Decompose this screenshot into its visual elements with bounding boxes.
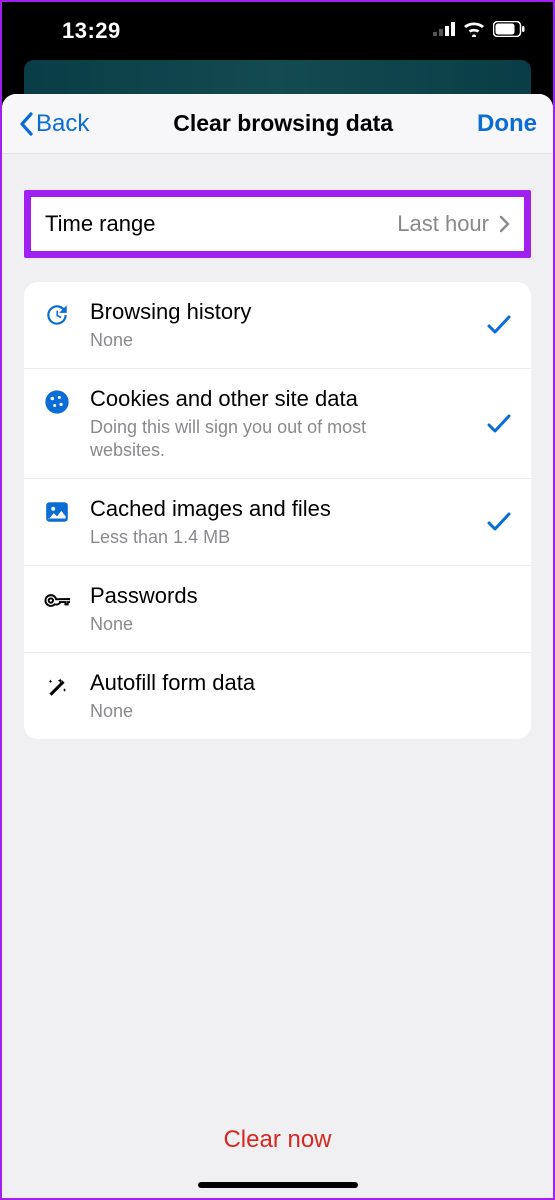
done-button[interactable]: Done [477, 110, 537, 138]
key-icon [42, 584, 72, 614]
row-subtitle: None [90, 329, 370, 352]
row-title: Browsing history [90, 298, 467, 327]
row-cookies[interactable]: Cookies and other site data Doing this w… [24, 369, 531, 479]
row-autofill[interactable]: Autofill form data None [24, 653, 531, 739]
time-range-value: Last hour [397, 211, 489, 237]
time-range-row[interactable]: Time range Last hour [24, 190, 531, 258]
row-subtitle: None [90, 700, 370, 723]
row-text: Browsing history None [90, 298, 467, 352]
history-icon [42, 300, 72, 330]
row-browsing-history[interactable]: Browsing history None [24, 282, 531, 369]
settings-sheet: Back Clear browsing data Done Time range… [2, 94, 553, 1198]
back-label: Back [36, 110, 89, 138]
device-frame: 13:29 Back Clear browsing data Done [2, 2, 553, 1198]
cellular-icon [433, 22, 455, 41]
image-icon [42, 497, 72, 527]
status-time: 13:29 [62, 18, 121, 44]
wand-icon [42, 671, 72, 701]
status-bar: 13:29 [2, 2, 553, 60]
checkmark-icon [485, 414, 513, 434]
row-title: Cached images and files [90, 495, 467, 524]
status-icons [433, 21, 525, 42]
row-title: Passwords [90, 582, 467, 611]
chevron-left-icon [18, 112, 34, 136]
row-subtitle: Less than 1.4 MB [90, 526, 370, 549]
row-passwords[interactable]: Passwords None [24, 566, 531, 653]
row-text: Cookies and other site data Doing this w… [90, 385, 467, 462]
back-button[interactable]: Back [18, 110, 89, 138]
checkmark-icon [485, 315, 513, 335]
home-indicator[interactable] [198, 1182, 358, 1188]
battery-icon [493, 21, 525, 42]
wifi-icon [463, 21, 485, 42]
row-title: Autofill form data [90, 669, 467, 698]
nav-bar: Back Clear browsing data Done [2, 94, 553, 154]
time-range-label: Time range [45, 211, 155, 237]
row-cache[interactable]: Cached images and files Less than 1.4 MB [24, 479, 531, 566]
content-area: Time range Last hour Browsing history No… [2, 154, 553, 1198]
data-type-list: Browsing history None Cookies and other … [24, 282, 531, 739]
row-subtitle: None [90, 613, 370, 636]
clear-now-button[interactable]: Clear now [2, 1126, 553, 1154]
time-range-value-wrap: Last hour [397, 211, 510, 237]
row-text: Passwords None [90, 582, 467, 636]
chevron-right-icon [499, 215, 510, 233]
row-subtitle: Doing this will sign you out of most web… [90, 416, 370, 463]
row-text: Autofill form data None [90, 669, 467, 723]
row-title: Cookies and other site data [90, 385, 467, 414]
checkmark-icon [485, 512, 513, 532]
row-text: Cached images and files Less than 1.4 MB [90, 495, 467, 549]
cookie-icon [42, 387, 72, 417]
page-title: Clear browsing data [173, 110, 393, 137]
